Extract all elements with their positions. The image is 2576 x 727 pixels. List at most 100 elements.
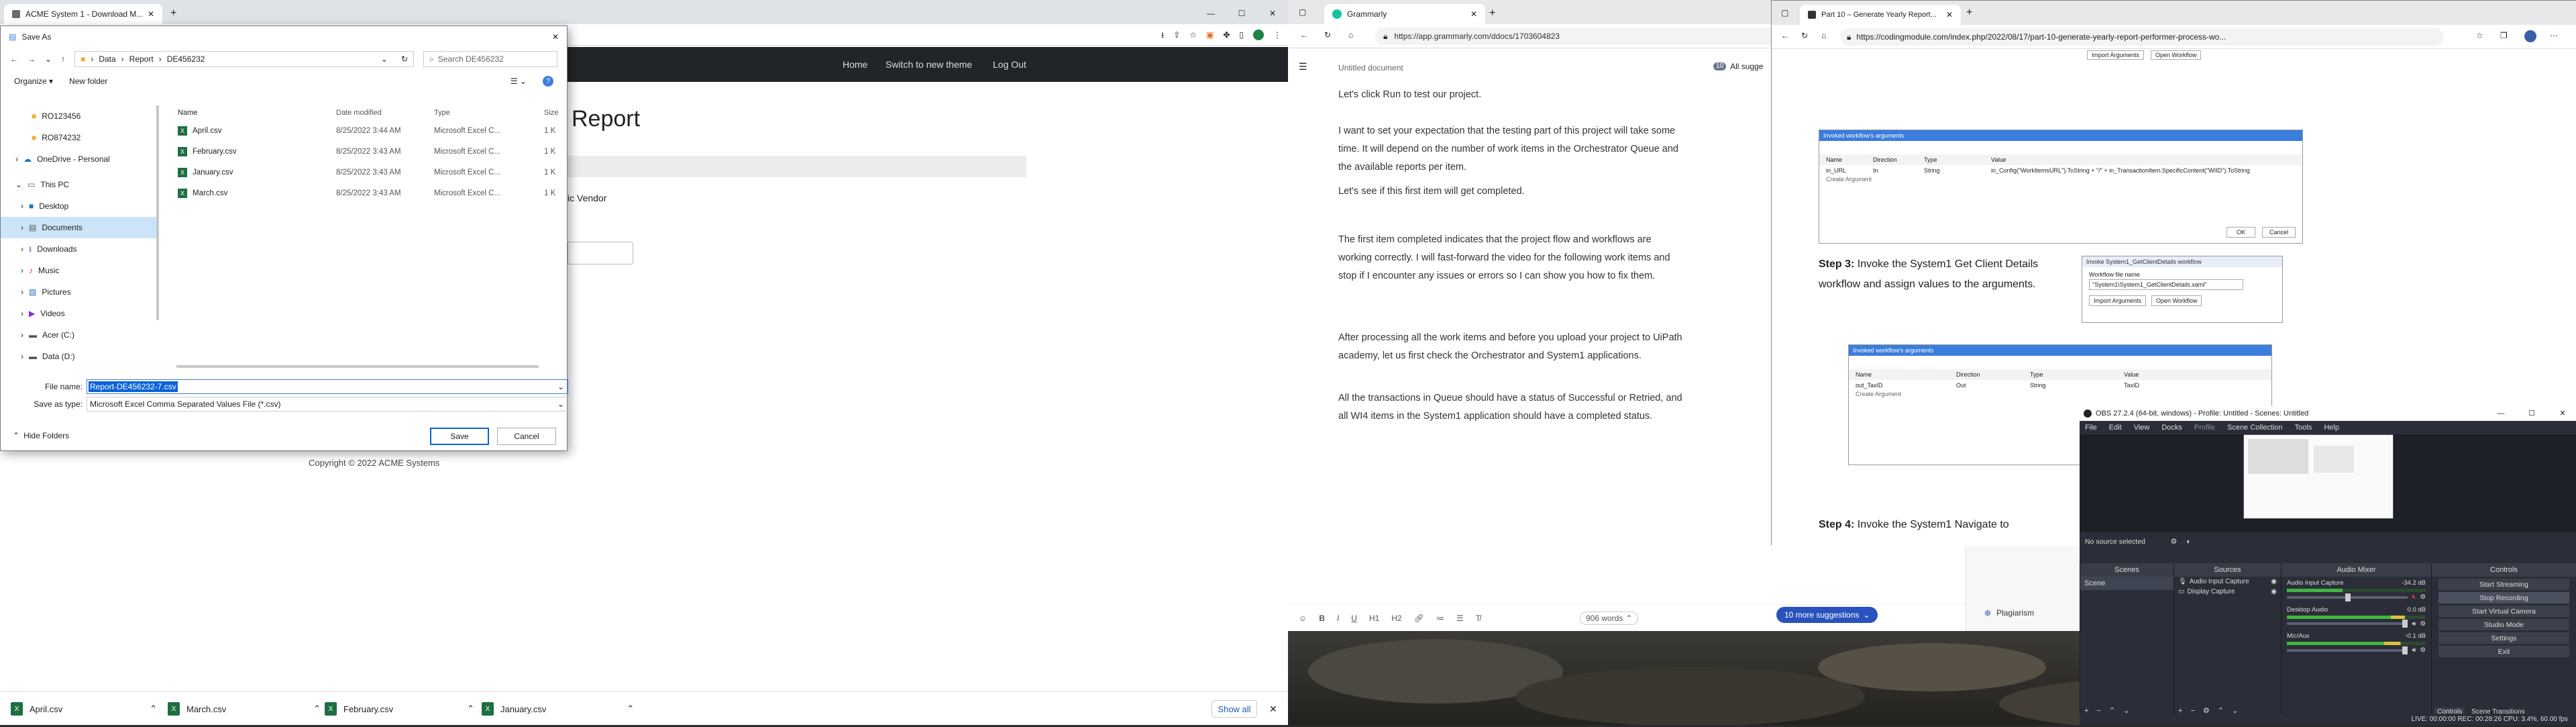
save-button[interactable]: Save xyxy=(430,428,489,445)
file-row[interactable]: X February.csv 8/25/2022 3:43 AM Microsoft … xyxy=(162,141,564,162)
chevron-right-icon[interactable]: › xyxy=(21,352,23,360)
download-item-march[interactable]: X March.csv ⌃ xyxy=(168,700,321,718)
browser-tab-acme[interactable]: ACME System 1 - Download M... ✕ xyxy=(4,4,162,24)
volume-slider[interactable] xyxy=(2287,646,2408,655)
new-tab-icon[interactable]: + xyxy=(1966,7,1972,18)
tree-item[interactable]: › ▬ Data (D:) xyxy=(1,346,156,367)
col-date[interactable]: Date modified xyxy=(336,109,434,117)
doc-paragraph[interactable]: After processing all the work items and … xyxy=(1338,329,1687,365)
tree-item[interactable]: › ☁ OneDrive - Personal xyxy=(1,148,156,170)
doc-title[interactable]: Untitled document xyxy=(1338,63,1403,72)
chevron-up-icon[interactable]: ⌃ xyxy=(627,704,634,714)
home-icon[interactable]: ⌂ xyxy=(1821,32,1826,40)
mute-speaker-icon[interactable]: 🔇︎ xyxy=(2412,594,2416,601)
chevron-right-icon[interactable]: › xyxy=(21,288,23,296)
doc-paragraph[interactable]: I want to set your expectation that the … xyxy=(1338,122,1687,177)
chevron-right-icon[interactable]: › xyxy=(15,155,18,163)
clear-format-icon[interactable]: T̸ xyxy=(1476,614,1481,622)
menu-dots-icon[interactable]: ⋮ xyxy=(1273,31,1281,39)
minimize-window-icon[interactable]: — xyxy=(1195,9,1226,17)
path-breadcrumb[interactable]: ■ › Data › Report › DE456232 ⌄ ↻ xyxy=(74,51,414,67)
plagiarism-button[interactable]: ⊕ Plagiarism xyxy=(1984,608,2034,618)
breadcrumb-de456232[interactable]: DE456232 xyxy=(167,54,205,64)
col-size[interactable]: Size xyxy=(544,109,564,117)
obs-preview[interactable] xyxy=(2080,434,2576,532)
chevron-right-icon[interactable]: › xyxy=(21,331,23,339)
studio-mode-button[interactable]: Studio Mode xyxy=(2438,619,2569,630)
search-box[interactable]: ⌕ Search DE456232 xyxy=(423,51,557,67)
chevron-right-icon[interactable]: › xyxy=(21,266,23,275)
source-item[interactable]: ▭ Display Capture ◉ xyxy=(2174,587,2281,597)
tree-item[interactable]: › ■ Desktop xyxy=(1,195,156,217)
file-name-input[interactable]: Report-DE456232-7.csv xyxy=(87,379,568,394)
save-type-select[interactable]: Microsoft Excel Comma Separated Values F… xyxy=(87,397,568,411)
chevron-right-icon[interactable]: › xyxy=(21,224,23,232)
chevron-right-icon[interactable]: › xyxy=(21,202,23,210)
show-all-button[interactable]: Show all xyxy=(1212,700,1257,718)
close-window-icon[interactable]: ✕ xyxy=(2549,409,2576,418)
browser-tab-codingmodule[interactable]: Part 10 – Generate Yearly Report... ✕ xyxy=(1800,5,1961,25)
bullet-list-icon[interactable]: ☰ xyxy=(1456,614,1464,622)
menu-help[interactable]: Help xyxy=(2324,424,2339,432)
menu-view[interactable]: View xyxy=(2134,424,2150,432)
source-item[interactable]: 🎙︎ Audio Input Capture ◉ xyxy=(2174,577,2281,587)
recent-chevron-icon[interactable]: ⌄ xyxy=(45,55,52,63)
hide-folders-toggle[interactable]: ⌃ Hide Folders xyxy=(13,431,69,440)
bold-icon[interactable]: B xyxy=(1319,614,1325,622)
tree-item[interactable]: › ⭳ Downloads xyxy=(1,238,156,260)
slider-handle[interactable] xyxy=(2402,620,2408,628)
help-icon[interactable]: ? xyxy=(543,76,553,87)
forward-arrow-icon[interactable]: → xyxy=(28,55,36,63)
more-suggestions-button[interactable]: 10 more suggestions ⌄ xyxy=(1776,607,1878,623)
speaker-icon[interactable]: 🔊︎ xyxy=(2412,647,2416,654)
menu-file[interactable]: File xyxy=(2085,424,2097,432)
puzzle-extensions-icon[interactable]: ✤ xyxy=(1223,31,1230,39)
channel-gear-icon[interactable]: ⚙ xyxy=(2420,647,2426,654)
maximize-window-icon[interactable]: ☐ xyxy=(2518,409,2545,418)
new-tab-icon[interactable]: + xyxy=(170,8,176,19)
nav-logout-link[interactable]: Log Out xyxy=(993,59,1026,70)
home-icon[interactable]: ⌂ xyxy=(1348,31,1353,39)
close-tab-icon[interactable]: ✕ xyxy=(1946,11,1953,19)
channel-gear-icon[interactable]: ⚙ xyxy=(2420,620,2426,628)
volume-slider[interactable] xyxy=(2287,620,2408,628)
file-list-hscroll[interactable] xyxy=(176,365,539,368)
nav-switch-theme-link[interactable]: Switch to new theme xyxy=(885,59,972,70)
link-icon[interactable]: 🔗︎ xyxy=(1414,614,1424,622)
refresh-icon[interactable]: ↻ xyxy=(401,55,408,63)
menu-tools[interactable]: Tools xyxy=(2295,424,2312,432)
tree-item[interactable]: › ▶ Videos xyxy=(1,303,156,324)
file-row[interactable]: X January.csv 8/25/2022 3:43 AM Microsoft E… xyxy=(162,162,564,183)
profile-avatar-icon[interactable] xyxy=(1253,29,1264,40)
close-window-icon[interactable]: ✕ xyxy=(1257,9,1288,17)
breadcrumb-report[interactable]: Report xyxy=(129,54,154,64)
browser-tab-grammarly[interactable]: Grammarly ✕ xyxy=(1324,4,1485,24)
nav-home-link[interactable]: Home xyxy=(843,59,867,70)
close-downloads-icon[interactable]: ✕ xyxy=(1269,704,1277,714)
properties-gear-icon[interactable]: ⚙ xyxy=(2170,538,2177,546)
file-row[interactable]: X March.csv 8/25/2022 3:43 AM Microsoft Exc… xyxy=(162,183,564,203)
collections-icon[interactable]: ❐ xyxy=(2500,32,2508,40)
chevron-down-icon[interactable]: ⌄ xyxy=(15,181,22,189)
minimize-window-icon[interactable]: — xyxy=(2487,409,2514,418)
download-item-january[interactable]: X January.csv ⌃ xyxy=(482,700,634,718)
new-tab-icon[interactable]: + xyxy=(1489,8,1495,19)
menu-scene-collection[interactable]: Scene Collection xyxy=(2227,424,2283,432)
chevron-right-icon[interactable]: › xyxy=(21,245,23,253)
chevron-up-icon[interactable]: ⌃ xyxy=(467,704,474,714)
heading2-icon[interactable]: H2 xyxy=(1391,614,1401,622)
share-icon[interactable]: ⇪ xyxy=(1173,31,1180,39)
start-streaming-button[interactable]: Start Streaming xyxy=(2438,579,2569,590)
back-arrow-icon[interactable]: ← xyxy=(1781,32,1789,40)
view-options-icon[interactable]: ☰ ⌄ xyxy=(511,77,527,85)
tab-actions-icon[interactable]: ▢ xyxy=(1299,8,1306,16)
speaker-icon[interactable]: 🔊︎ xyxy=(2412,620,2416,628)
up-arrow-icon[interactable]: ↑ xyxy=(61,55,65,63)
maximize-window-icon[interactable]: ☐ xyxy=(1226,9,1257,17)
menu-docks[interactable]: Docks xyxy=(2161,424,2182,432)
address-bar[interactable]: 🔒︎ https://codingmodule.com/index.php/20… xyxy=(1840,28,2444,46)
chevron-up-icon[interactable]: ⌃ xyxy=(150,704,157,714)
cancel-button[interactable]: Cancel xyxy=(497,428,556,445)
chevron-up-icon[interactable]: ⌃ xyxy=(313,704,321,714)
filters-icon[interactable]: ◐ xyxy=(2186,538,2191,546)
